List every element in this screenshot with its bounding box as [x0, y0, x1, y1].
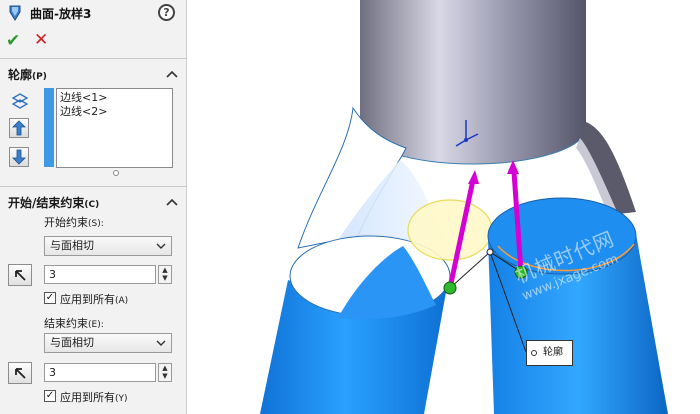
chevron-down-icon: [156, 243, 166, 249]
profiles-header-label: 轮廓(P): [8, 68, 47, 82]
graphics-viewport[interactable]: 机械时代网 www.jxage.com: [188, 0, 700, 414]
triad-origin: [464, 138, 468, 142]
end-direction-button[interactable]: [8, 362, 32, 384]
loft-preview: [407, 199, 493, 261]
profile-icon: [11, 93, 29, 109]
divider: [0, 186, 187, 187]
checkmark-icon[interactable]: ✔: [6, 31, 20, 51]
start-apply-all-label: 应用到所有(A): [60, 293, 129, 306]
property-manager-panel: 曲面-放样3 ? ✔ ✕ 轮廓(P) 边线<1> 边线<2> 开始/结束约束(C…: [0, 0, 187, 414]
start-constraint-label: 开始约束(S):: [44, 216, 104, 229]
start-direction-button[interactable]: [8, 264, 32, 286]
arrow-up-icon: [12, 120, 26, 136]
loft-model-view[interactable]: [188, 0, 700, 414]
end-constraint-select[interactable]: 与面相切: [44, 333, 172, 353]
help-icon[interactable]: ?: [158, 4, 175, 21]
end-tangent-length-input[interactable]: 3: [44, 363, 156, 382]
start-tangent-arrowhead: [468, 170, 479, 184]
profiles-section-header[interactable]: 轮廓(P): [0, 63, 187, 83]
loft-surface-icon: [9, 5, 21, 21]
x-icon[interactable]: ✕: [34, 30, 48, 50]
profiles-list[interactable]: 边线<1> 边线<2>: [56, 88, 173, 168]
end-apply-all-label: 应用到所有(Y): [60, 391, 128, 404]
top-cylinder[interactable]: [360, 0, 586, 164]
end-spinner[interactable]: ▲ ▼: [158, 363, 172, 382]
list-resize-handle[interactable]: [113, 170, 119, 176]
callout-label: 轮廓: [543, 347, 563, 358]
end-apply-all-checkbox[interactable]: ✓: [44, 390, 56, 402]
diagonal-arrow-icon: [15, 270, 26, 281]
connector-point[interactable]: [486, 248, 494, 256]
callout-anchor: [531, 350, 537, 356]
chevron-up-icon[interactable]: [166, 197, 178, 207]
arrow-down-icon: [12, 149, 26, 165]
list-item[interactable]: 边线<1>: [60, 91, 169, 105]
list-item[interactable]: 边线<2>: [60, 105, 169, 119]
move-down-button[interactable]: [9, 147, 29, 167]
divider: [0, 58, 187, 59]
profile-selection-bar: [44, 88, 54, 167]
panel-title-bar: 曲面-放样3 ?: [0, 0, 187, 26]
end-constraint-label: 结束约束(E):: [44, 317, 104, 330]
start-apply-all-checkbox[interactable]: ✓: [44, 292, 56, 304]
constraints-section-header[interactable]: 开始/结束约束(C): [0, 191, 187, 211]
constraints-header-label: 开始/结束约束(C): [8, 196, 100, 210]
diagonal-arrow-icon: [15, 368, 26, 379]
start-constraint-select[interactable]: 与面相切: [44, 236, 172, 256]
start-spinner[interactable]: ▲ ▼: [158, 265, 172, 284]
start-constraint-value: 与面相切: [50, 239, 94, 252]
profile-callout[interactable]: 轮廓: [526, 340, 573, 366]
move-up-button[interactable]: [9, 118, 29, 138]
start-tangent-length-input[interactable]: 3: [44, 265, 156, 284]
chevron-down-icon: [156, 340, 166, 346]
panel-title: 曲面-放样3: [30, 7, 92, 21]
start-handle[interactable]: [443, 281, 457, 295]
end-constraint-value: 与面相切: [50, 336, 94, 349]
chevron-up-icon[interactable]: [166, 69, 178, 79]
